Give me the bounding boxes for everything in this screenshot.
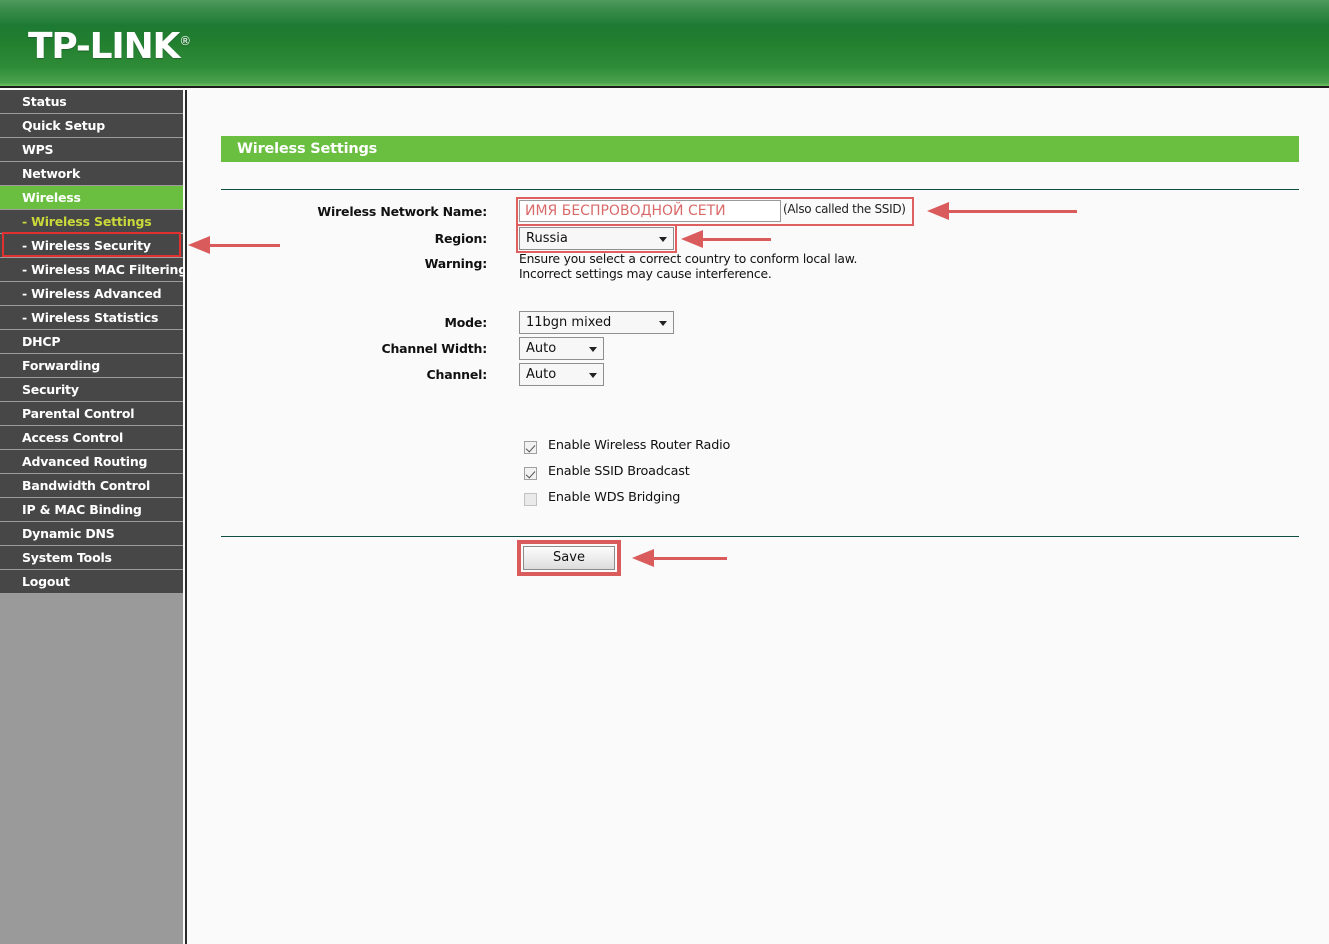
checkbox-label: Enable WDS Bridging [548,490,681,505]
channel-width-label: Channel Width: [381,341,487,356]
channel-width-value: Auto [526,341,557,356]
ssid-input[interactable]: ИМЯ БЕСПРОВОДНОЙ СЕТИ [519,200,781,222]
ssid-label: Wireless Network Name: [317,204,487,219]
page-header: TP-LINK® [0,0,1329,88]
checkbox-label: Enable SSID Broadcast [548,464,690,479]
sidebar-item-advanced-routing[interactable]: Advanced Routing [0,450,183,474]
sidebar-item-dhcp[interactable]: DHCP [0,330,183,354]
checkbox-enable-wireless-router-radio[interactable] [524,441,537,454]
tp-link-logo: TP-LINK® [28,26,191,67]
mode-label: Mode: [444,315,488,330]
channel-label: Channel: [426,367,488,382]
sidebar-item-wireless-mac-filtering[interactable]: - Wireless MAC Filtering [0,258,187,282]
sidebar-item-ip-mac-binding[interactable]: IP & MAC Binding [0,498,183,522]
warning-line-2: Incorrect settings may cause interferenc… [519,267,772,281]
warning-line-1: Ensure you select a correct country to c… [519,252,858,266]
sidebar-nav: Status Quick Setup WPS Network Wireless - Wir… [0,90,187,944]
sidebar-item-wireless[interactable]: Wireless [0,186,183,210]
sidebar-item-bandwidth-control[interactable]: Bandwidth Control [0,474,183,498]
mode-value: 11bgn mixed [526,315,612,330]
sidebar-item-security[interactable]: Security [0,378,183,402]
sidebar-item-wps[interactable]: WPS [0,138,183,162]
divider-top [221,189,1299,190]
region-select[interactable]: Russia [519,227,674,250]
sidebar-item-wireless-security[interactable]: - Wireless Security [0,234,183,258]
sidebar-item-dynamic-dns[interactable]: Dynamic DNS [0,522,183,546]
content-panel: Wireless Settings Wireless Network Name:… [185,90,1329,944]
checkbox-enable-ssid-broadcast[interactable] [524,467,537,480]
mode-select[interactable]: 11bgn mixed [519,311,674,334]
page-title: Wireless Settings [221,136,1299,162]
warning-text: Ensure you select a correct country to c… [519,252,857,282]
brand-text: TP-LINK [28,26,180,67]
region-value: Russia [526,231,568,246]
annotation-arrow-region [681,230,771,248]
divider-bottom [221,536,1299,537]
checkbox-enable-wds-bridging[interactable] [524,493,537,506]
sidebar-item-access-control[interactable]: Access Control [0,426,183,450]
region-label: Region: [434,231,488,246]
chevron-down-icon [589,372,597,378]
sidebar-item-parental-control[interactable]: Parental Control [0,402,183,426]
sidebar-item-status[interactable]: Status [0,90,183,114]
channel-width-select[interactable]: Auto [519,337,604,360]
sidebar-menu: Status Quick Setup WPS Network Wireless - Wir… [0,90,187,594]
save-button[interactable]: Save [523,546,615,570]
chevron-down-icon [659,236,667,242]
annotation-arrow-save [632,549,727,567]
sidebar-item-wireless-advanced[interactable]: - Wireless Advanced [0,282,183,306]
checkbox-label: Enable Wireless Router Radio [548,438,731,453]
channel-select[interactable]: Auto [519,363,604,386]
sidebar-item-wireless-statistics[interactable]: - Wireless Statistics [0,306,183,330]
chevron-down-icon [659,320,667,326]
annotation-arrow-ssid [927,202,1077,220]
sidebar-item-system-tools[interactable]: System Tools [0,546,183,570]
warning-label: Warning: [424,256,488,271]
sidebar-item-wireless-settings[interactable]: - Wireless Settings [0,210,183,234]
sidebar-item-forwarding[interactable]: Forwarding [0,354,183,378]
channel-value: Auto [526,367,557,382]
registered-mark: ® [179,34,192,48]
sidebar-item-quick-setup[interactable]: Quick Setup [0,114,183,138]
sidebar-filler [0,594,183,924]
router-admin-page: TP-LINK® Status Quick Setup WPS Network Wire… [0,0,1329,944]
ssid-hint: (Also called the SSID) [783,202,906,216]
sidebar-item-logout[interactable]: Logout [0,570,183,594]
chevron-down-icon [589,346,597,352]
sidebar-item-network[interactable]: Network [0,162,183,186]
